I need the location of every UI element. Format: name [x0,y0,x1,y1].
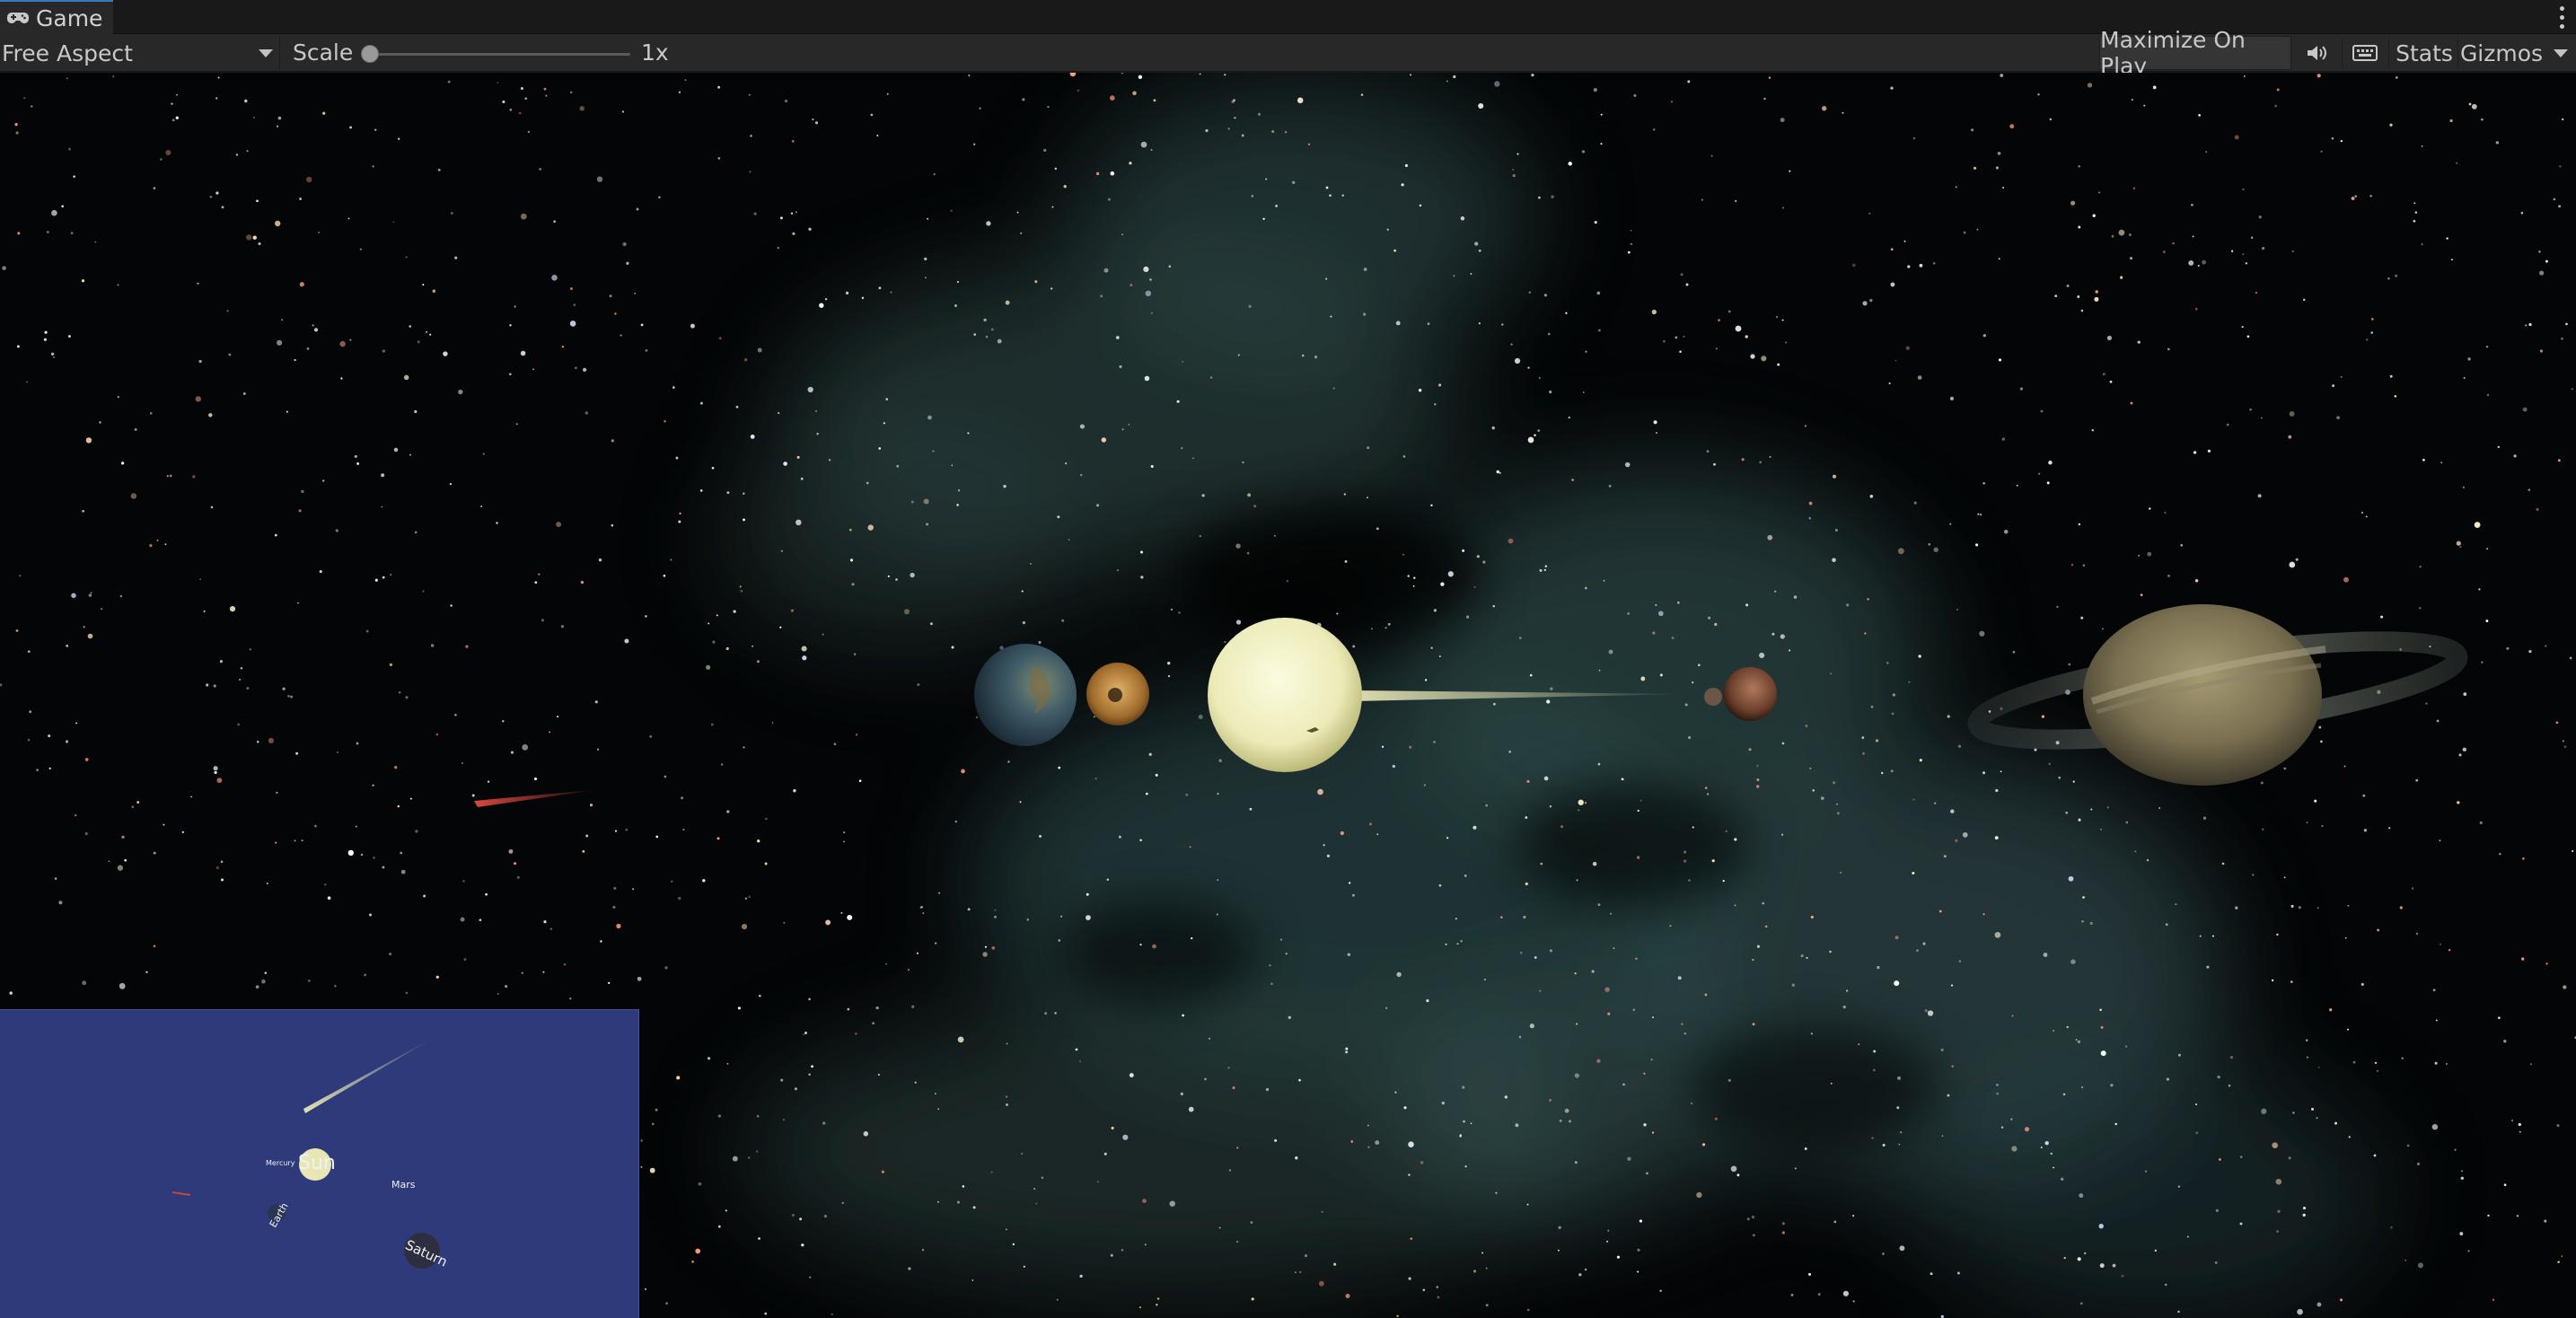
scale-label: Scale [293,40,354,66]
gizmos-button[interactable]: Gizmos [2458,36,2545,70]
keyboard-shortcuts-button[interactable] [2343,36,2387,70]
aspect-dropdown[interactable]: Free Aspect [0,36,280,70]
gamepad-icon [7,13,29,23]
stats-button[interactable]: Stats [2392,36,2457,70]
kebab-menu-icon[interactable] [2553,2,2571,32]
minimap[interactable]: Sun Mercury Mars Earth Saturn [0,1009,639,1318]
scale-slider-track[interactable] [368,53,630,56]
minimap-label-small: Mercury [266,1159,295,1167]
aspect-dropdown-value: Free Aspect [2,40,133,66]
game-viewport[interactable]: Sun Mercury Mars Earth Saturn [0,73,2576,1318]
speaker-icon [2308,46,2326,60]
toolbar-separator [2342,38,2343,68]
game-tab[interactable]: Game [0,0,114,34]
scale-value: 1x [641,40,669,66]
earth [974,644,1077,746]
scale-slider-thumb[interactable] [361,45,379,63]
keyboard-icon [2352,45,2378,61]
mercury [1704,688,1722,706]
minimap-label-mars: Mars [391,1179,416,1191]
toolbar-separator [2388,38,2389,68]
minimap-meteor [171,1191,191,1196]
minimap-sun-beam [303,1035,438,1113]
minimap-label-sun: Sun [298,1152,336,1174]
maximize-on-play-button[interactable]: Maximize On Play [2099,27,2291,79]
game-toolbar: Free Aspect Scale 1x Maximize On Play St… [0,27,2576,79]
game-tab-label: Game [36,4,103,31]
sun [1208,618,1362,772]
gizmos-dropdown-chevron-icon[interactable] [2554,49,2568,57]
chevron-down-icon [259,49,273,57]
mute-audio-button[interactable] [2295,36,2340,70]
mars [1723,667,1777,721]
